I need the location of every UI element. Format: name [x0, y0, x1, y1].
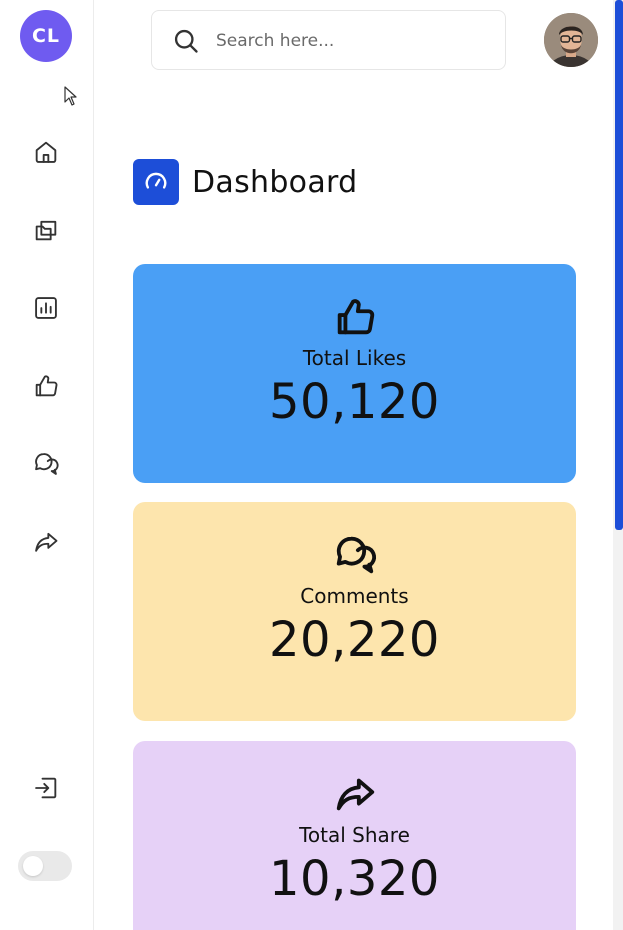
page-header: Dashboard: [133, 159, 357, 205]
card-label: Comments: [300, 584, 409, 608]
sidebar-item-home[interactable]: [28, 134, 64, 170]
app-logo[interactable]: CL: [20, 10, 72, 62]
stat-card-likes[interactable]: Total Likes 50,120: [133, 264, 576, 483]
share-arrow-icon: [336, 778, 374, 811]
sidebar-item-likes[interactable]: [28, 368, 64, 404]
search-input[interactable]: [216, 25, 486, 57]
card-label: Total Likes: [302, 346, 407, 370]
thumbs-up-icon: [35, 375, 58, 397]
stat-card-comments[interactable]: Comments 20,220: [133, 502, 576, 721]
page-icon: [133, 159, 179, 205]
logout-button[interactable]: [28, 770, 64, 806]
thumbs-up-icon: [337, 299, 374, 335]
chat-bubbles-icon: [35, 453, 59, 475]
sidebar: CL: [0, 0, 94, 930]
logout-icon: [35, 777, 57, 799]
card-icon: [332, 771, 378, 817]
card-label: Total Share: [299, 823, 410, 847]
share-arrow-icon: [35, 532, 58, 552]
user-photo: [544, 13, 598, 67]
toggle-knob: [23, 856, 43, 876]
bar-chart-icon: [35, 297, 57, 319]
card-value: 50,120: [269, 374, 440, 430]
page-title: Dashboard: [192, 164, 358, 200]
chat-bubbles-icon: [336, 536, 376, 574]
card-value: 20,220: [269, 612, 440, 668]
card-value: 10,320: [269, 851, 440, 907]
mouse-cursor-icon: [64, 86, 77, 106]
card-icon: [332, 294, 378, 340]
search-icon: [174, 29, 198, 53]
card-icon: [332, 532, 378, 578]
sidebar-item-share[interactable]: [28, 524, 64, 560]
sidebar-item-files[interactable]: [28, 212, 64, 248]
sidebar-item-comments[interactable]: [28, 446, 64, 482]
sidebar-item-analytics[interactable]: [28, 290, 64, 326]
theme-toggle[interactable]: [18, 851, 72, 881]
home-icon: [35, 141, 57, 163]
stat-card-share[interactable]: Total Share 10,320: [133, 741, 576, 930]
gauge-icon: [145, 172, 167, 189]
user-avatar[interactable]: [544, 13, 598, 67]
scrollbar-thumb[interactable]: [615, 0, 623, 530]
search-box[interactable]: [151, 10, 506, 70]
folders-icon: [35, 220, 57, 241]
